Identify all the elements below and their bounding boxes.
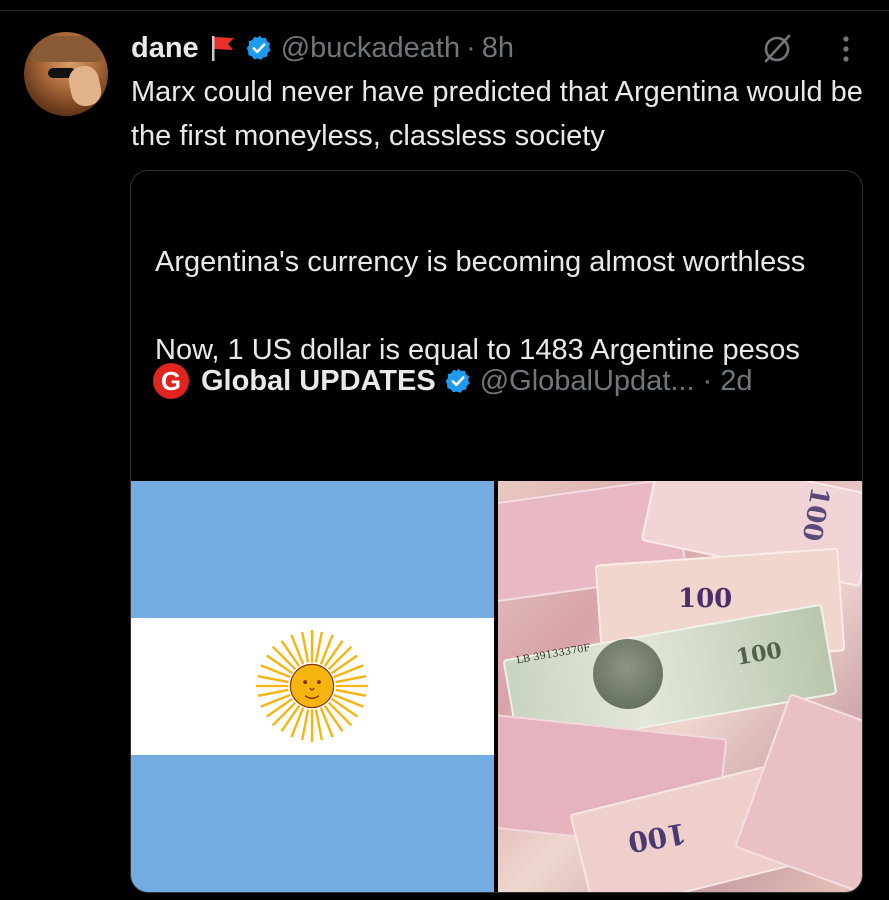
peso-denomination-label: 100: [678, 584, 733, 614]
author-name[interactable]: dane: [131, 32, 199, 65]
flag-stripe-top: [131, 481, 494, 618]
post-time[interactable]: 8h: [482, 32, 514, 65]
post-text: Marx could never have predicted that Arg…: [131, 76, 863, 152]
pesos-and-dollar-image[interactable]: 100 100 LB 39133370F 100 100: [498, 481, 862, 892]
more-options-icon[interactable]: [838, 34, 854, 64]
quoted-text-line1: Argentina's currency is becoming almost …: [155, 246, 806, 278]
verified-badge-icon: [246, 35, 271, 60]
quoted-text-line2: Now, 1 US dollar is equal to 1483 Argent…: [155, 334, 800, 366]
grok-icon[interactable]: [760, 32, 794, 66]
media-grid: 100 100 LB 39133370F 100 100: [131, 481, 862, 892]
top-divider: [0, 10, 889, 11]
avatar[interactable]: [24, 32, 108, 116]
post-header: dane @buckadeath · 8h: [131, 28, 514, 68]
avatar-hand: [66, 63, 104, 109]
red-flag-icon: [211, 36, 234, 61]
author-handle[interactable]: @buckadeath: [281, 32, 460, 65]
sun-of-may-icon: [255, 629, 369, 743]
quoted-post-text: Argentina's currency is becoming almost …: [155, 240, 845, 372]
separator-dot: ·: [466, 31, 476, 64]
avatar-hat: [32, 36, 102, 62]
flag-stripe-bottom: [131, 755, 494, 892]
argentina-flag-image[interactable]: [131, 481, 494, 892]
